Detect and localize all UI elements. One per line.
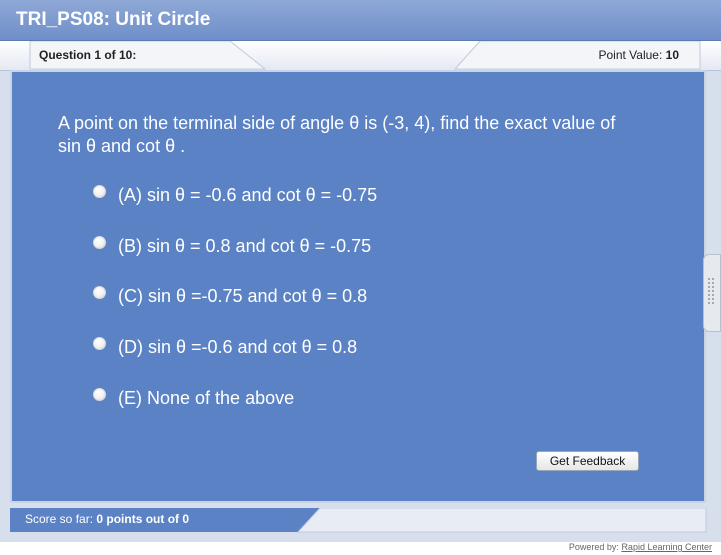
option-b[interactable]: (B) sin θ = 0.8 and cot θ = -0.75 (93, 234, 371, 258)
radio-button[interactable] (93, 184, 106, 198)
grip-dots-icon (708, 278, 714, 304)
title-bar: TRI_PS08: Unit Circle (0, 0, 721, 41)
point-value-label: Point Value: (598, 48, 663, 62)
point-value-number: 10 (665, 48, 679, 62)
option-label: (E) None of the above (118, 387, 295, 408)
option-e[interactable]: (E) None of the above (93, 386, 294, 410)
option-d[interactable]: (D) sin θ =-0.6 and cot θ = 0.8 (93, 335, 357, 359)
question-text: A point on the terminal side of angle θ … (58, 113, 616, 156)
powered-by-label: Powered by: (568, 542, 619, 552)
window-title: TRI_PS08: Unit Circle (16, 9, 211, 30)
question-count: Question 1 of 10: (39, 48, 137, 62)
option-a[interactable]: (A) sin θ = -0.6 and cot θ = -0.75 (93, 183, 377, 207)
rapid-learning-link[interactable]: Rapid Learning Center (621, 542, 712, 552)
score-display: Score so far: 0 points out of 0 (25, 512, 189, 526)
point-value: Point Value: 10 (598, 48, 679, 62)
option-label: (C) sin θ =-0.75 and cot θ = 0.8 (118, 285, 368, 306)
option-label: (D) sin θ =-0.6 and cot θ = 0.8 (118, 336, 358, 357)
option-c[interactable]: (C) sin θ =-0.75 and cot θ = 0.8 (93, 284, 367, 308)
radio-button[interactable] (93, 285, 106, 299)
side-panel-handle[interactable] (703, 254, 721, 332)
powered-by: Powered by: Rapid Learning Center (569, 542, 712, 552)
radio-button[interactable] (93, 235, 106, 249)
score-value: 0 points out of 0 (96, 512, 190, 526)
option-label: (A) sin θ = -0.6 and cot θ = -0.75 (118, 184, 378, 205)
get-feedback-button[interactable]: Get Feedback (536, 451, 639, 471)
radio-button[interactable] (93, 336, 106, 350)
option-label: (B) sin θ = 0.8 and cot θ = -0.75 (118, 235, 372, 256)
score-label: Score so far: (25, 512, 94, 526)
radio-button[interactable] (93, 387, 106, 401)
